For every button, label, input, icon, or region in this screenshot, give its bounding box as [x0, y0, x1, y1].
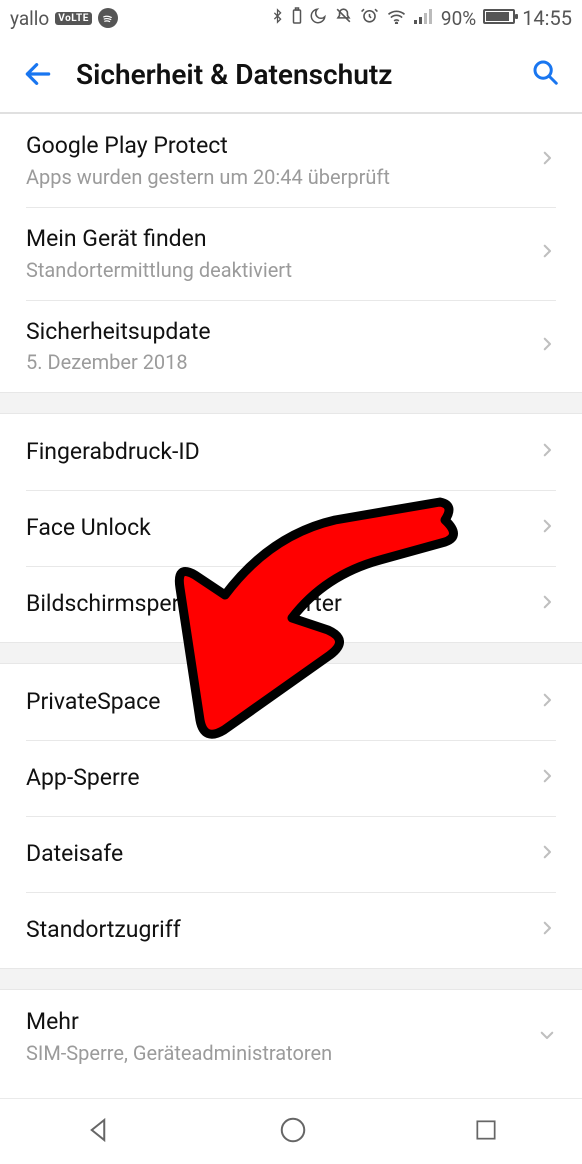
settings-item-label: Bildschirmsperre & Passwörter — [26, 590, 530, 619]
settings-item-label: Standortzugriff — [26, 916, 530, 945]
chevron-right-icon — [538, 145, 556, 175]
alarm-icon — [360, 6, 379, 30]
settings-item-label: Mehr — [26, 1008, 530, 1037]
settings-item-label: Google Play Protect — [26, 132, 530, 161]
settings-item[interactable]: Dateisafe — [0, 816, 582, 892]
settings-item-subtitle: 5. Dezember 2018 — [26, 350, 530, 374]
chevron-right-icon — [538, 589, 556, 619]
settings-item-label: Sicherheitsupdate — [26, 318, 530, 347]
battery-icon — [483, 8, 515, 29]
settings-group: Mehr SIM-Sperre, Geräteadministratoren — [0, 990, 582, 1083]
settings-item-label: Fingerabdruck-ID — [26, 438, 530, 467]
settings-item-subtitle: SIM-Sperre, Geräteadministratoren — [26, 1041, 530, 1065]
settings-item[interactable]: Standortzugriff — [0, 892, 582, 968]
settings-item[interactable]: Face Unlock — [0, 490, 582, 566]
group-divider — [0, 968, 582, 990]
settings-item-label: Face Unlock — [26, 514, 530, 543]
settings-group: PrivateSpace App-Sperre Dateisafe Standortz… — [0, 664, 582, 968]
battery-small-icon — [292, 7, 302, 30]
chevron-right-icon — [538, 687, 556, 717]
page-title: Sicherheit & Datenschutz — [76, 58, 392, 91]
battery-percent: 90% — [441, 7, 476, 30]
search-button[interactable] — [530, 57, 560, 91]
settings-item-label: App-Sperre — [26, 764, 530, 793]
settings-item-subtitle: Standortermittlung deaktiviert — [26, 258, 530, 282]
back-button[interactable] — [22, 58, 54, 90]
nav-back-button[interactable] — [83, 1115, 113, 1149]
chevron-right-icon — [538, 331, 556, 361]
settings-group: Google Play Protect Apps wurden gestern u… — [0, 114, 582, 392]
volte-badge: VoLTE — [55, 12, 92, 25]
settings-item[interactable]: PrivateSpace — [0, 664, 582, 740]
settings-item-label: PrivateSpace — [26, 688, 530, 717]
settings-list: Google Play Protect Apps wurden gestern u… — [0, 114, 582, 1083]
signal-icon — [414, 8, 434, 29]
nav-recent-button[interactable] — [473, 1117, 499, 1147]
settings-item-label: Dateisafe — [26, 840, 530, 869]
chevron-right-icon — [538, 513, 556, 543]
chevron-down-icon — [538, 1022, 556, 1052]
settings-item[interactable]: Mehr SIM-Sperre, Geräteadministratoren — [0, 990, 582, 1083]
nav-home-button[interactable] — [278, 1115, 308, 1149]
settings-item[interactable]: Mein Gerät finden Standortermittlung deak… — [0, 207, 582, 300]
settings-item[interactable]: Fingerabdruck-ID — [0, 414, 582, 490]
settings-item-subtitle: Apps wurden gestern um 20:44 überprüft — [26, 165, 530, 189]
settings-item[interactable]: Bildschirmsperre & Passwörter — [0, 566, 582, 642]
settings-group: Fingerabdruck-ID Face Unlock Bildschirmspe… — [0, 414, 582, 642]
chevron-right-icon — [538, 437, 556, 467]
settings-item-label: Mein Gerät finden — [26, 225, 530, 254]
nav-bar — [0, 1098, 582, 1164]
group-divider — [0, 642, 582, 664]
group-divider — [0, 392, 582, 414]
chevron-right-icon — [538, 915, 556, 945]
bluetooth-icon — [270, 7, 285, 30]
settings-item[interactable]: App-Sperre — [0, 740, 582, 816]
mute-icon — [334, 6, 353, 30]
wifi-icon — [386, 8, 407, 29]
spotify-icon — [98, 8, 118, 28]
chevron-right-icon — [538, 839, 556, 869]
chevron-right-icon — [538, 238, 556, 268]
carrier-label: yallo — [10, 7, 49, 30]
settings-item[interactable]: Google Play Protect Apps wurden gestern u… — [0, 114, 582, 207]
chevron-right-icon — [538, 763, 556, 793]
moon-icon — [309, 7, 327, 30]
status-bar: yallo VoLTE — [0, 0, 582, 36]
settings-item[interactable]: Sicherheitsupdate 5. Dezember 2018 — [0, 300, 582, 393]
clock: 14:55 — [522, 6, 572, 30]
action-bar: Sicherheit & Datenschutz — [0, 36, 582, 114]
